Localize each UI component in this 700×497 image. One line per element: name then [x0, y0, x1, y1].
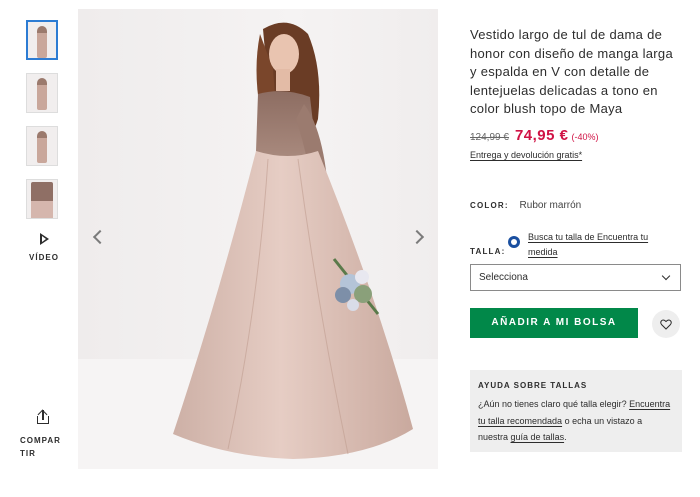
model-illustration: [78, 22, 438, 469]
video-label: VÍDEO: [29, 253, 59, 262]
size-help-text-1: ¿Aún no tienes claro qué talla elegir?: [478, 399, 630, 409]
video-button[interactable]: VÍDEO: [24, 230, 64, 262]
product-info: Vestido largo de tul de dama de honor co…: [470, 26, 682, 160]
discount-badge: (-40%): [571, 131, 599, 142]
share-icon: [36, 409, 50, 424]
fit-assistant-link[interactable]: Busca tu talla de Encuentra tu medida: [528, 230, 668, 260]
thumbnail-4[interactable]: [26, 179, 58, 219]
color-value: Rubor marrón: [519, 200, 582, 211]
size-label: TALLA:: [470, 247, 506, 256]
thumbnail-list: [26, 20, 60, 232]
save-for-later-button[interactable]: [652, 310, 680, 338]
size-select-value: Selecciona: [479, 272, 528, 283]
product-main-image: [78, 9, 438, 469]
delivery-link[interactable]: Entrega y devolución gratis*: [470, 150, 682, 160]
sale-price: 74,95 €: [514, 126, 569, 144]
thumbnail-image: [37, 131, 47, 163]
thumbnail-image: [37, 78, 47, 110]
size-guide-link[interactable]: guía de tallas: [511, 432, 565, 442]
color-row: COLOR: Rubor marrón: [470, 200, 581, 211]
old-price: 124,99 €: [470, 131, 509, 143]
play-icon: [39, 233, 49, 245]
thumbnail-3[interactable]: [26, 126, 58, 166]
color-label: COLOR:: [470, 201, 509, 210]
share-button[interactable]: COMPARTIR: [20, 409, 68, 460]
fit-assistant-icon[interactable]: [508, 236, 520, 248]
size-help-title: AYUDA SOBRE TALLAS: [478, 381, 588, 390]
heart-icon: [660, 319, 672, 330]
size-select[interactable]: Selecciona: [470, 264, 681, 291]
thumbnail-image: [37, 26, 47, 58]
share-label: COMPARTIR: [20, 436, 61, 458]
size-help-text-3: .: [564, 432, 567, 442]
thumbnail-2[interactable]: [26, 73, 58, 113]
thumbnail-image: [31, 182, 53, 218]
thumbnail-1[interactable]: [26, 20, 58, 60]
price-row: 124,99 € 74,95 € (-40%): [470, 127, 682, 144]
size-help-box: AYUDA SOBRE TALLAS ¿Aún no tienes claro …: [470, 370, 682, 452]
size-help-text: ¿Aún no tienes claro qué talla elegir? E…: [478, 396, 674, 446]
product-title: Vestido largo de tul de dama de honor co…: [470, 27, 673, 116]
chevron-down-icon: [661, 271, 671, 281]
add-to-bag-button[interactable]: AÑADIR A MI BOLSA: [470, 308, 638, 338]
